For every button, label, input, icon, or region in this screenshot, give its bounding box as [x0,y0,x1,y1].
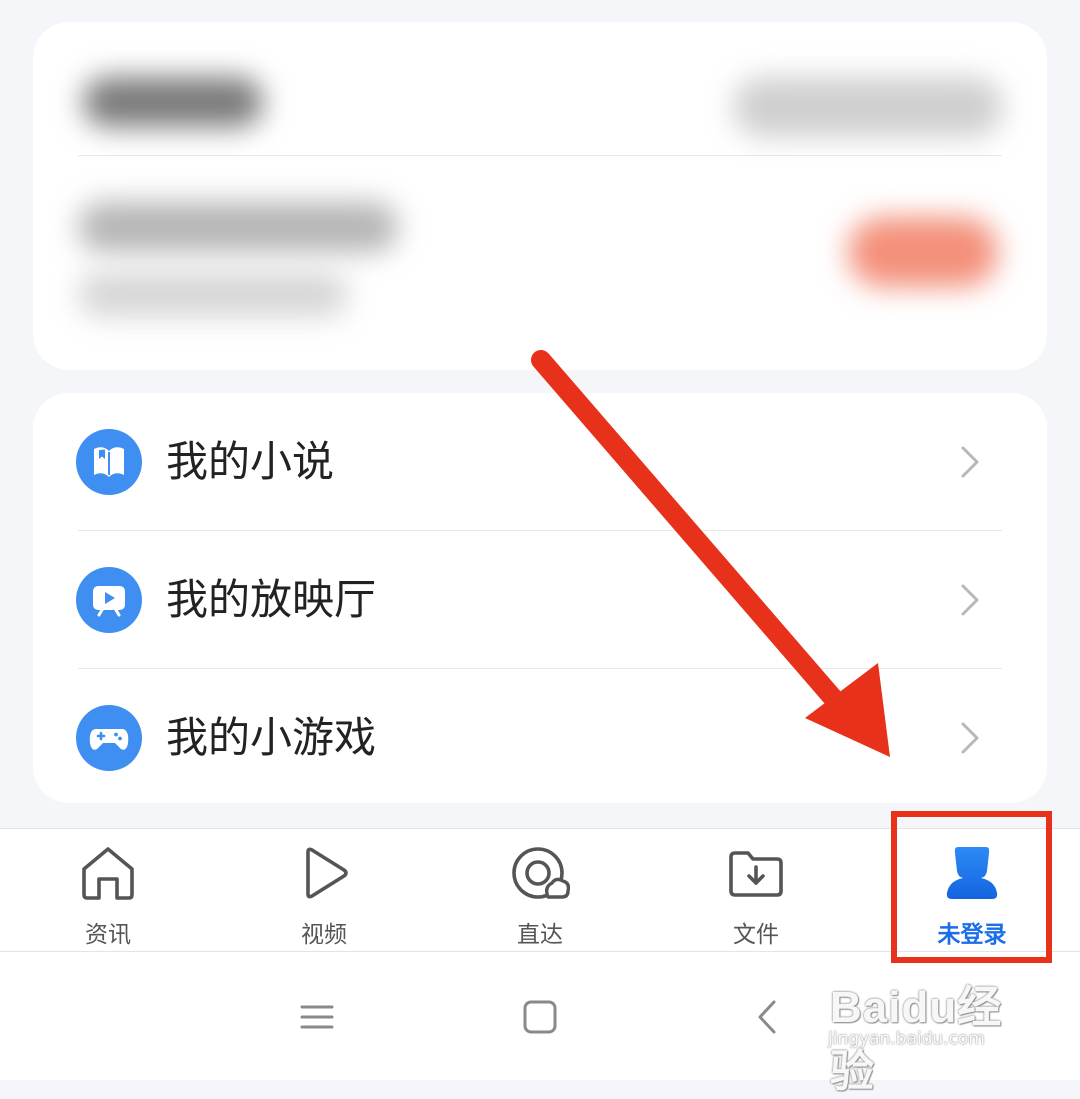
gamepad-icon [76,705,142,771]
bottom-nav: 资讯 视频 直达 文件 未登录 [0,828,1080,952]
blurred-promo-subtitle [78,272,348,317]
tab-news[interactable]: 资讯 [0,829,216,951]
chevron-right-icon [961,584,979,616]
watermark-url: jingyan.baidu.com [828,1029,985,1049]
menu-item-label: 我的小说 [166,437,335,486]
baidu-watermark: Baidu经验 jingyan.baidu.com [826,965,1026,1096]
back-icon[interactable] [742,992,792,1042]
blurred-promo-title [78,202,398,252]
screen-play-icon [76,567,142,633]
tab-not-logged-in[interactable]: 未登录 [864,829,1080,951]
tab-label: 未登录 [937,922,1007,948]
menu-item-novels[interactable]: 我的小说 [33,393,1047,530]
menu-card: 我的小说 我的放映厅 我的小游戏 [33,393,1047,803]
tab-files[interactable]: 文件 [648,829,864,951]
direct-icon [512,847,570,899]
menu-item-label: 我的小游戏 [166,713,377,762]
blurred-username [83,77,263,127]
home-square-icon[interactable] [515,992,565,1042]
home-icon [82,847,134,900]
menu-item-label: 我的放映厅 [166,575,377,624]
menu-item-mini-games[interactable]: 我的小游戏 [33,669,1047,806]
tab-label: 文件 [733,922,779,948]
chevron-right-icon [961,446,979,478]
user-icon [946,847,998,899]
folder-download-icon [729,851,783,897]
tab-direct[interactable]: 直达 [432,829,648,951]
account-card-divider [78,155,1002,156]
play-icon [306,847,348,899]
tab-label: 资讯 [85,922,131,948]
menu-icon[interactable] [292,992,342,1042]
tab-label: 直达 [517,922,563,948]
blurred-account-info [733,77,1003,137]
blurred-promo-button[interactable] [848,217,998,287]
chevron-right-icon [961,722,979,754]
menu-item-screening-hall[interactable]: 我的放映厅 [33,531,1047,668]
tab-video[interactable]: 视频 [216,829,432,951]
tab-label: 视频 [301,922,347,948]
account-card [33,22,1047,370]
book-icon [76,429,142,495]
